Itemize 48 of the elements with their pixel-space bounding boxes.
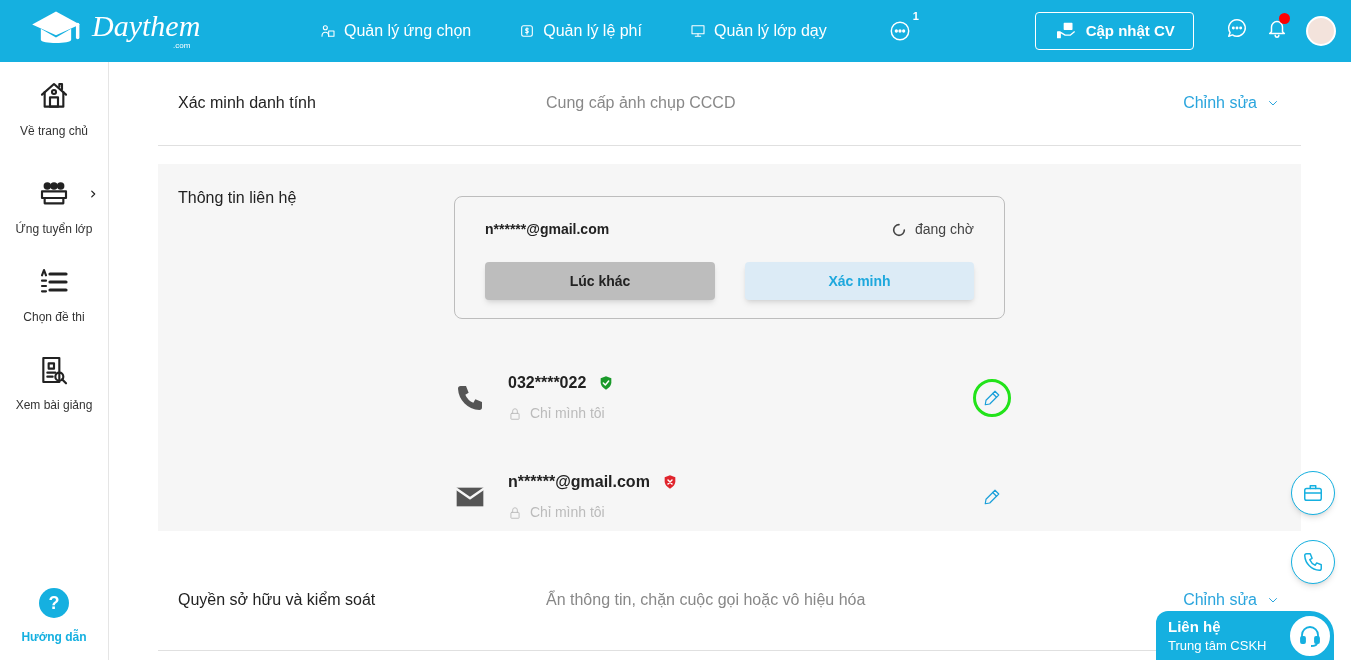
widget-title: Liên hệ	[1168, 616, 1222, 637]
pencil-icon	[983, 487, 1001, 506]
edit-button[interactable]: Chỉnh sửa	[1183, 587, 1279, 612]
nav-link[interactable]: Quản lý ứng chọn	[320, 19, 472, 43]
status-text: đang chờ	[915, 220, 974, 239]
notification-count: 1	[912, 9, 919, 24]
contact-widget[interactable]: Liên hệ Trung tâm CSKH	[1156, 611, 1334, 660]
phone-button[interactable]	[1291, 540, 1335, 584]
later-button[interactable]: Lúc khác	[485, 262, 715, 300]
section-title: Quyền sở hữu và kiểm soát	[178, 589, 377, 610]
nav-link[interactable]: Quản lý lớp dạy	[689, 19, 827, 43]
contact-value: n******@gmail.com	[508, 472, 650, 492]
section-title: Thông tin liên hệ	[178, 188, 298, 206]
more-icon	[888, 20, 911, 42]
spinner-icon	[891, 221, 907, 238]
edit-button[interactable]	[973, 378, 1011, 417]
privacy-label: Chỉ mình tôi	[530, 503, 605, 522]
sidebar-item[interactable]: Về trang chủ	[0, 80, 108, 140]
sidebar-item[interactable]: Ứng tuyển lớp	[0, 178, 108, 238]
verify-button[interactable]: Xác minh	[745, 262, 974, 300]
privacy-label: Chỉ mình tôi	[530, 404, 605, 423]
logo-text: Daythem	[92, 11, 201, 41]
nav-link[interactable]: Quản lý lệ phí	[519, 19, 642, 43]
help-icon: ?	[39, 588, 69, 618]
people-icon	[320, 23, 336, 39]
briefcase-icon	[1302, 482, 1324, 504]
contact-value: 032****022	[508, 373, 587, 393]
avatar[interactable]	[1305, 16, 1336, 46]
dollar-icon	[519, 23, 536, 39]
pending-email: n******@gmail.com	[485, 220, 610, 239]
logo-domain: .com	[172, 41, 191, 51]
section-description: Cung cấp ảnh chụp CCCD	[546, 92, 737, 113]
pencil-icon	[983, 388, 1001, 407]
update-cv-button[interactable]: Cập nhật CV	[1034, 12, 1194, 50]
sidebar-item[interactable]: Chọn đề thi	[0, 266, 108, 326]
sidebar-item[interactable]: Xem bài giảng	[0, 354, 108, 414]
lock-icon	[508, 505, 522, 520]
briefcase-button[interactable]	[1291, 471, 1335, 515]
phone-icon	[1302, 551, 1324, 573]
more-button[interactable]	[888, 20, 911, 42]
help-link[interactable]: ? Hướng dẫn	[21, 588, 87, 646]
section-description: Ẩn thông tin, chặn cuộc gọi hoặc vô hiệu hóa	[546, 589, 867, 610]
widget-subtitle: Trung tâm CSKH	[1168, 636, 1267, 655]
lock-icon	[508, 406, 522, 421]
edit-button[interactable]: Chỉnh sửa	[1183, 90, 1279, 115]
section-title: Xác minh danh tính	[178, 92, 317, 113]
chat-bubble-icon	[1225, 16, 1248, 39]
monitor-icon	[689, 23, 706, 39]
